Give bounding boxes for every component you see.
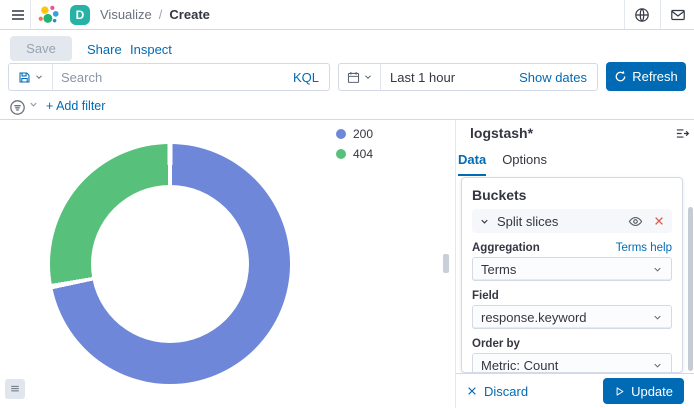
panel-footer: Discard Update [456,373,694,408]
header-divider [30,0,31,29]
panel-tabs: Data Options [458,152,547,176]
time-quick-select-button[interactable] [339,64,381,90]
legend-swatch-icon [336,129,346,139]
breadcrumb-section[interactable]: Visualize [100,7,152,22]
refresh-label: Refresh [632,69,678,84]
split-slices-label[interactable]: Split slices [497,214,628,229]
legend-swatch-icon [336,149,346,159]
globe-icon[interactable] [630,0,654,29]
panel-divider [455,120,456,408]
legend-toggle-button[interactable] [5,379,25,399]
query-bar: KQL [8,63,330,91]
add-filter-button[interactable]: + Add filter [46,99,105,113]
legend-toggle-icon [9,383,21,395]
field-label: Field [472,290,499,302]
discard-label: Discard [484,384,528,399]
chevron-down-icon [652,312,663,323]
terms-help-link[interactable]: Terms help [616,242,672,254]
show-dates-button[interactable]: Show dates [509,70,597,85]
legend-label: 404 [353,147,373,161]
refresh-icon [614,70,627,83]
breadcrumb: Visualize / Create [100,0,210,29]
save-query-icon [18,71,31,84]
chevron-down-icon[interactable] [28,99,39,110]
saved-query-menu-button[interactable] [9,64,53,90]
time-range-value[interactable]: Last 1 hour [381,70,509,85]
split-slices-row: Split slices [472,209,672,233]
panel-resize-handle[interactable] [443,254,449,273]
filter-icon[interactable] [8,98,26,116]
order-by-label-row: Order by [472,338,672,350]
header-divider [660,0,661,29]
update-label: Update [631,384,673,399]
aggregation-value: Terms [481,262,652,277]
search-input[interactable] [53,64,283,90]
panel-scrollbar[interactable] [688,207,693,371]
buckets-card: Buckets Split slices Aggregation Terms h… [461,177,683,373]
space-badge[interactable]: D [70,5,90,25]
inspect-button[interactable]: Inspect [130,42,172,57]
aggregation-label: Aggregation [472,242,540,254]
breadcrumb-separator: / [159,7,163,22]
discard-button[interactable]: Discard [466,384,528,399]
chevron-down-icon [363,72,373,82]
refresh-button[interactable]: Refresh [606,62,686,91]
chevron-down-icon[interactable] [479,216,490,227]
collapse-panel-icon[interactable] [672,123,692,143]
order-by-label: Order by [472,338,520,350]
play-icon [614,386,625,397]
save-button[interactable]: Save [10,36,72,61]
order-by-select[interactable]: Metric: Count [472,353,672,373]
query-language-button[interactable]: KQL [283,70,329,85]
close-x-icon [466,385,478,397]
legend-label: 200 [353,127,373,141]
remove-x-icon[interactable] [653,215,665,227]
share-button[interactable]: Share [87,42,122,57]
eye-icon[interactable] [628,214,643,229]
update-button[interactable]: Update [603,378,684,404]
field-select[interactable]: response.keyword [472,305,672,329]
donut-hole [91,185,249,343]
tab-data[interactable]: Data [458,152,486,176]
chart-legend: 200404 [336,127,373,161]
field-value: response.keyword [481,310,652,325]
order-by-value: Metric: Count [481,358,652,373]
date-picker: Last 1 hour Show dates [338,63,598,91]
mail-icon[interactable] [666,0,690,29]
buckets-title: Buckets [472,187,672,203]
index-pattern-title: logstash* [470,125,533,141]
chevron-down-icon [34,72,44,82]
menu-icon[interactable] [6,0,30,29]
filter-bar: + Add filter [0,94,694,120]
breadcrumb-current: Create [169,7,209,22]
tab-options[interactable]: Options [502,152,547,176]
chevron-down-icon [652,360,663,371]
legend-item[interactable]: 200 [336,127,373,141]
field-label-row: Field [472,290,672,302]
chevron-down-icon [652,264,663,275]
header-divider [624,0,625,29]
calendar-icon [347,71,360,84]
top-header: D Visualize / Create [0,0,694,30]
kibana-visualize-app: D Visualize / Create Save Share Inspect [0,0,694,408]
legend-item[interactable]: 404 [336,147,373,161]
elastic-logo[interactable] [37,3,61,27]
aggregation-label-row: Aggregation Terms help [472,242,672,254]
aggregation-select[interactable]: Terms [472,257,672,281]
